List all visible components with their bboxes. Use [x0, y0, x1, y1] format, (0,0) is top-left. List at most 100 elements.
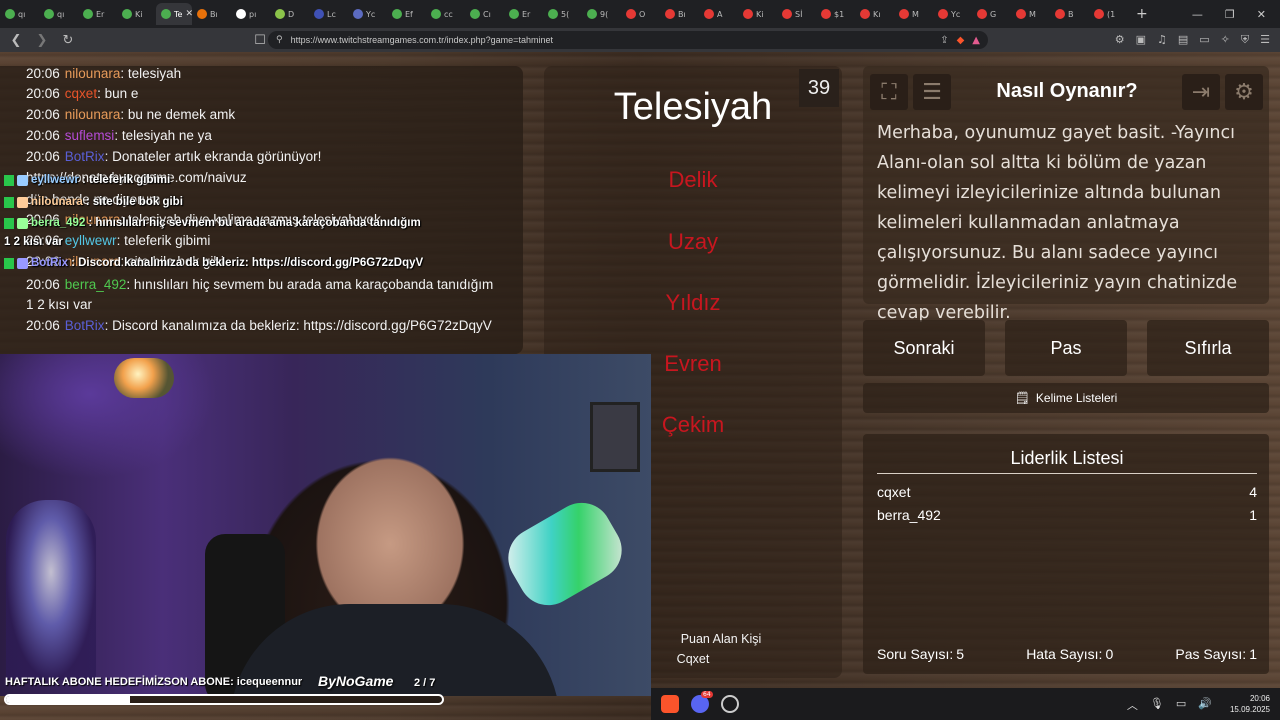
browser-tab[interactable]: Cı [465, 3, 504, 25]
notes-button[interactable]: ☰ [913, 74, 951, 110]
wallet-icon[interactable]: ▭ [1199, 33, 1209, 47]
browser-tab[interactable]: Bı [192, 3, 231, 25]
close-icon[interactable]: ✕ [1257, 8, 1266, 21]
clock[interactable]: 20:06 15.09.2025 [1230, 693, 1270, 715]
chat-text: : telesiyah ne ya [114, 128, 212, 143]
sub-progress-fill [6, 696, 131, 703]
tab-label: G [990, 9, 997, 19]
chat-username[interactable]: suflemsi [65, 128, 115, 143]
browser-tab[interactable]: O [621, 3, 660, 25]
reload-icon[interactable]: ↻ [58, 33, 78, 48]
tab-favicon-icon [860, 9, 870, 19]
browser-tab[interactable]: M [1011, 3, 1050, 25]
browser-tab[interactable]: qı [0, 3, 39, 25]
site-info-icon[interactable]: ⚲ [276, 35, 283, 45]
url-text: https://www.twitchstreamgames.com.tr/ind… [290, 35, 553, 45]
pass-button[interactable]: Pas [1005, 320, 1127, 376]
browser-tab[interactable]: D [270, 3, 309, 25]
chat-message: 20:06 cqxet: bun e [26, 86, 138, 101]
chat-username[interactable]: BotRix [65, 149, 105, 164]
sidebar-icon[interactable]: ▤ [1178, 33, 1188, 47]
browser-tab[interactable]: Ef [387, 3, 426, 25]
browser-tab[interactable]: B [1050, 3, 1089, 25]
settings-button[interactable]: ⚙ [1225, 74, 1263, 110]
browser-tab[interactable]: 9( [582, 3, 621, 25]
question-count: Soru Sayısı: 5 [877, 646, 965, 662]
chat-time: 20:06 [26, 128, 60, 143]
browser-tab[interactable]: Er [78, 3, 117, 25]
word-lists-button[interactable]: 🗒 Kelime Listeleri [863, 383, 1269, 413]
browser-tab[interactable]: $1 [816, 3, 855, 25]
browser-tab[interactable]: pı [231, 3, 270, 25]
system-tray: ︿ 🎙 ▭ 🔊 [1127, 697, 1212, 713]
browser-tab[interactable]: cc [426, 3, 465, 25]
tab-favicon-icon [470, 9, 480, 19]
brave-taskbar-icon[interactable] [661, 695, 679, 713]
leaderboard-stats: Soru Sayısı: 5 Hata Sayısı: 0 Pas Sayısı: 1 [877, 646, 1257, 662]
exit-button[interactable]: ⇥ [1182, 74, 1220, 110]
browser-tab[interactable]: Yc [933, 3, 972, 25]
tab-favicon-icon [587, 9, 597, 19]
tab-label: O [639, 9, 646, 19]
extensions-icon[interactable]: ⚙ [1115, 33, 1125, 47]
tab-label: Ki [756, 9, 764, 19]
chat-username[interactable]: cqxet [65, 86, 97, 101]
leaderboard-row: cqxet 4 [877, 484, 1257, 500]
microphone-icon[interactable]: 🎙 [1150, 697, 1164, 713]
chevron-up-icon[interactable]: ︿ [1127, 697, 1138, 713]
vpn-icon[interactable]: ⛨ [1241, 33, 1249, 47]
fullscreen-button[interactable]: ⛶ [870, 74, 908, 110]
new-tab-button[interactable]: + [1128, 6, 1156, 22]
browser-tab[interactable]: Ki [117, 3, 156, 25]
display-icon[interactable]: ▭ [1176, 697, 1186, 713]
minimize-icon[interactable]: — [1192, 8, 1203, 21]
chat-text: : telesiyah [120, 66, 182, 81]
share-icon[interactable]: ⇪ [940, 35, 948, 46]
browser-tab[interactable]: (1 [1089, 3, 1128, 25]
browser-tab[interactable]: Yc [348, 3, 387, 25]
browser-tab[interactable]: Sİ [777, 3, 816, 25]
browser-tab[interactable]: M [894, 3, 933, 25]
back-icon[interactable]: ❮ [6, 33, 26, 48]
chat-username[interactable]: nilounara [65, 66, 121, 81]
screenshot-icon[interactable]: ▣ [1136, 33, 1146, 47]
brave-shield-icon[interactable]: ◆ [957, 35, 965, 46]
browser-tab[interactable]: Te ✕ [156, 3, 192, 25]
rewards-icon[interactable]: ▲ [972, 35, 980, 46]
menu-icon[interactable]: ☰ [1260, 33, 1270, 47]
tab-favicon-icon [548, 9, 558, 19]
media-icon[interactable]: ♫ [1157, 33, 1167, 47]
browser-tab[interactable]: Ki [738, 3, 777, 25]
speaker-icon[interactable]: 🔊 [1198, 697, 1212, 713]
leo-icon[interactable]: ✧ [1221, 33, 1230, 47]
browser-tab[interactable]: G [972, 3, 1011, 25]
overlay-text: : site bile bok gibi [85, 196, 183, 208]
tab-favicon-icon [704, 9, 714, 19]
reset-button[interactable]: Sıfırla [1147, 320, 1269, 376]
chat-username[interactable]: eyllwewr [65, 233, 117, 248]
browser-tab[interactable]: 5( [543, 3, 582, 25]
chat-username[interactable]: BotRix [65, 318, 105, 333]
chat-username[interactable]: nilounara [65, 107, 121, 122]
browser-tab[interactable]: Er [504, 3, 543, 25]
next-button[interactable]: Sonraki [863, 320, 985, 376]
chat-text: : hınıslıları hiç sevmem bu arada ama ka… [126, 277, 494, 292]
chat-username[interactable]: berra_492 [65, 277, 127, 292]
browser-tab[interactable]: Kı [855, 3, 894, 25]
bookmark-icon[interactable]: ☐ [250, 33, 270, 48]
browser-tab[interactable]: A [699, 3, 738, 25]
forbidden-word: Uzay [667, 229, 719, 254]
browser-tab[interactable]: Lc [309, 3, 348, 25]
tab-favicon-icon [899, 9, 909, 19]
obs-taskbar-icon[interactable] [721, 695, 739, 713]
browser-tab[interactable]: Bı [660, 3, 699, 25]
main-word: Telesiyah [613, 86, 773, 128]
url-input[interactable]: ⚲ https://www.twitchstreamgames.com.tr/i… [268, 31, 988, 49]
maximize-icon[interactable]: ❐ [1225, 8, 1235, 21]
browser-tab[interactable]: qı [39, 3, 78, 25]
discord-taskbar-icon[interactable]: 64 [691, 691, 713, 713]
chat-time: 20:06 [26, 107, 60, 122]
chat-message: 20:06 BotRix: Donateler artık ekranda gör… [26, 149, 321, 164]
forward-icon[interactable]: ❯ [32, 33, 52, 48]
platform-badge-icon [4, 257, 14, 269]
